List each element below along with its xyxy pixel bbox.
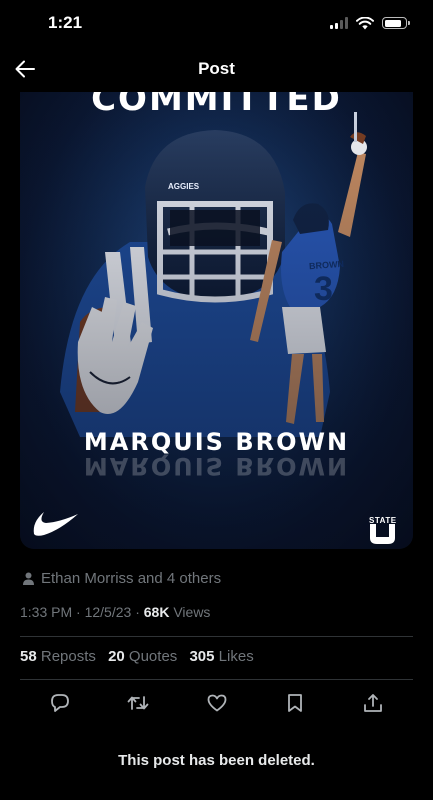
divider (20, 636, 413, 637)
post-timestamp: 1:33 PM · 12/5/23 · 68K Views (20, 604, 211, 620)
likes-label: Likes (218, 648, 254, 665)
page-title: Post (198, 59, 235, 78)
helmet-text: AGGIES (168, 182, 200, 191)
post-media-image[interactable]: COMMITTED AGGIES BROWN 3 MARQUIS BROWN M… (20, 92, 413, 549)
views-label: Views (173, 604, 211, 620)
arrow-left-icon (15, 60, 35, 78)
status-bar: 1:21 (0, 0, 433, 46)
back-button[interactable] (12, 56, 38, 82)
post-header: Post (0, 46, 433, 92)
post-stats: 58 Reposts 20 Quotes 305 Likes (20, 648, 254, 665)
usu-logo-text: STATE (369, 516, 397, 525)
reposts-label: Reposts (40, 648, 96, 665)
media-headline: COMMITTED (91, 92, 342, 119)
likes-count: 305 (189, 648, 215, 665)
reply-button[interactable] (40, 690, 80, 716)
status-time: 1:21 (48, 13, 83, 32)
media-artwork (20, 92, 413, 549)
status-icons (330, 16, 410, 30)
jersey-number: 3 (314, 270, 333, 308)
quotes-stat[interactable]: 20 Quotes (104, 648, 177, 665)
cellular-signal-icon (330, 17, 348, 29)
repost-button[interactable] (118, 690, 158, 716)
bookmark-icon (287, 694, 302, 712)
post-date: 12/5/23 (84, 604, 132, 620)
divider (20, 679, 413, 680)
quotes-count: 20 (108, 648, 125, 665)
bookmark-button[interactable] (275, 690, 315, 716)
share-icon (364, 694, 382, 712)
post-deleted-message: This post has been deleted. (118, 752, 315, 769)
media-player-name-reflection: MARQUIS BROWN (83, 452, 350, 480)
reposted-by-text: Ethan Morriss and 4 others (41, 570, 222, 587)
quotes-label: Quotes (128, 648, 178, 665)
person-icon (23, 572, 34, 585)
likes-stat[interactable]: 305 Likes (185, 648, 253, 665)
views-count: 68K (143, 604, 170, 620)
wifi-icon (356, 16, 374, 29)
repost-icon (127, 696, 149, 710)
reposts-count: 58 (20, 648, 37, 665)
heart-icon (207, 694, 226, 712)
share-button[interactable] (353, 690, 393, 716)
reposted-by[interactable]: Ethan Morriss and 4 others (22, 570, 221, 587)
post-time: 1:33 PM (20, 604, 73, 620)
like-button[interactable] (197, 690, 237, 716)
reposts-stat[interactable]: 58 Reposts (20, 648, 96, 665)
battery-icon (382, 17, 410, 29)
reply-icon (51, 694, 69, 712)
action-bar (40, 690, 393, 716)
